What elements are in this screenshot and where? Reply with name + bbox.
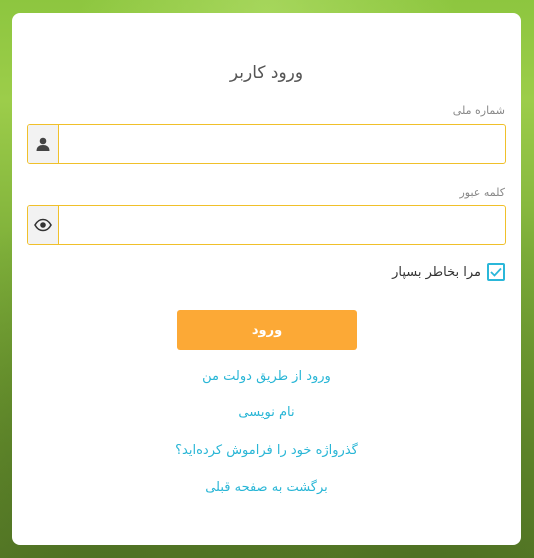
- forgot-password-link[interactable]: گذرواژه خود را فراموش کرده‌اید؟: [12, 443, 521, 458]
- checkmark-icon: [490, 267, 502, 277]
- national-id-field-group: [27, 124, 506, 164]
- back-link[interactable]: برگشت به صفحه قبلی: [12, 480, 521, 495]
- remember-me[interactable]: مرا بخاطر بسپار: [392, 262, 505, 282]
- eye-icon[interactable]: [28, 206, 59, 244]
- register-link[interactable]: نام نویسی: [12, 405, 521, 420]
- user-icon: [28, 125, 59, 163]
- password-input[interactable]: [59, 206, 505, 244]
- login-card: ورود کاربر شماره ملی کلمه عبور مرا بخاطر…: [12, 13, 521, 545]
- national-id-input[interactable]: [59, 125, 505, 163]
- password-field-group: [27, 205, 506, 245]
- password-label: کلمه عبور: [459, 186, 505, 199]
- page-title: ورود کاربر: [229, 63, 304, 83]
- login-button[interactable]: ورود: [177, 310, 357, 350]
- national-id-label: شماره ملی: [452, 104, 505, 117]
- remember-me-checkbox[interactable]: [487, 263, 505, 281]
- remember-me-label: مرا بخاطر بسپار: [392, 264, 481, 280]
- dolat-man-login-link[interactable]: ورود از طریق دولت من: [12, 369, 521, 384]
